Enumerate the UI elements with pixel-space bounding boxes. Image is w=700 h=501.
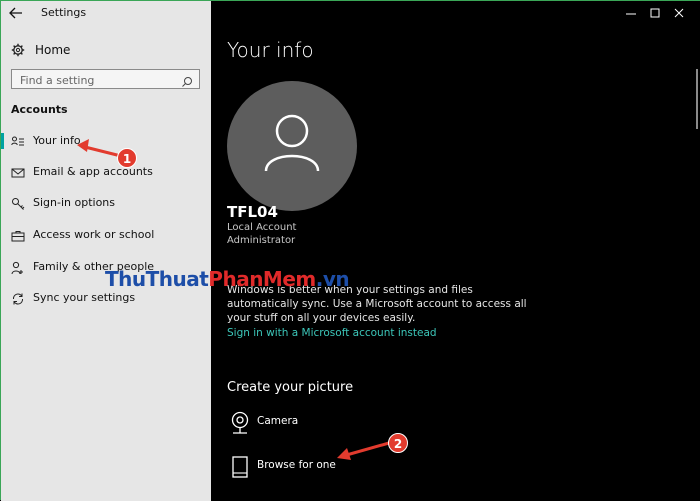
search-input[interactable] [18, 72, 182, 88]
watermark: ThuThuatPhanMem.vn [105, 267, 350, 291]
user-role: Administrator [227, 235, 296, 246]
close-icon[interactable] [669, 5, 689, 21]
scrollbar-thumb[interactable] [696, 69, 698, 129]
back-arrow-icon[interactable] [7, 5, 25, 21]
sidebar-item-label: Sign-in options [33, 196, 116, 209]
camera-label: Camera [257, 415, 299, 427]
app-title: Settings [41, 6, 87, 19]
user-name: TFL04 [227, 203, 278, 221]
camera-icon [229, 411, 251, 435]
page-title: Your info [227, 38, 314, 62]
sidebar-item-sign-in[interactable]: Sign-in options [1, 191, 211, 215]
person-icon [264, 114, 320, 172]
account-type: Local Account [227, 222, 297, 233]
sidebar-item-label: Sync your settings [33, 291, 136, 304]
camera-option[interactable]: Camera [227, 409, 407, 435]
search-box [11, 69, 200, 89]
watermark-part3: .vn [315, 267, 350, 291]
mail-icon [11, 165, 25, 179]
watermark-part2: PhanMem [208, 267, 316, 291]
sidebar-item-label: Email & app accounts [33, 165, 153, 178]
title-bar-left: Settings [1, 1, 211, 25]
browse-option[interactable]: Browse for one [227, 453, 407, 479]
title-bar-right [211, 1, 700, 25]
main-content: Your info TFL04 Local Account Administra… [211, 25, 700, 501]
minimize-icon[interactable] [621, 5, 641, 21]
sidebar-item-email[interactable]: Email & app accounts [1, 160, 211, 184]
person-card-icon [11, 134, 25, 148]
watermark-part1: ThuThuat [105, 267, 209, 291]
gear-icon [11, 43, 25, 57]
step-badge-2: 2 [388, 433, 408, 453]
browse-label: Browse for one [257, 459, 336, 471]
home-label: Home [35, 43, 71, 57]
sidebar-item-label: Your info [33, 134, 81, 147]
settings-window: Settings Home Find a setting Accounts Yo… [0, 0, 700, 501]
search-icon[interactable] [181, 73, 193, 87]
scrollbar[interactable] [695, 69, 699, 459]
briefcase-icon [11, 228, 25, 242]
sidebar-item-label: Access work or school [33, 228, 155, 241]
step-badge-1: 1 [117, 148, 137, 168]
sidebar-item-work-school[interactable]: Access work or school [1, 223, 211, 247]
maximize-icon[interactable] [645, 5, 665, 21]
sync-icon [11, 291, 25, 305]
section-title-accounts: Accounts [11, 103, 68, 116]
key-icon [11, 196, 25, 210]
microsoft-account-link[interactable]: Sign in with a Microsoft account instead [227, 327, 437, 339]
sidebar-item-your-info[interactable]: Your info [1, 129, 211, 153]
sidebar-home[interactable]: Home [11, 41, 70, 59]
create-picture-heading: Create your picture [227, 380, 354, 395]
sidebar: Home Accounts Your info Email & app acco… [1, 25, 211, 501]
title-bar: Settings [1, 1, 700, 25]
person-plus-icon [11, 260, 25, 275]
avatar [227, 81, 357, 211]
document-icon [229, 455, 251, 479]
